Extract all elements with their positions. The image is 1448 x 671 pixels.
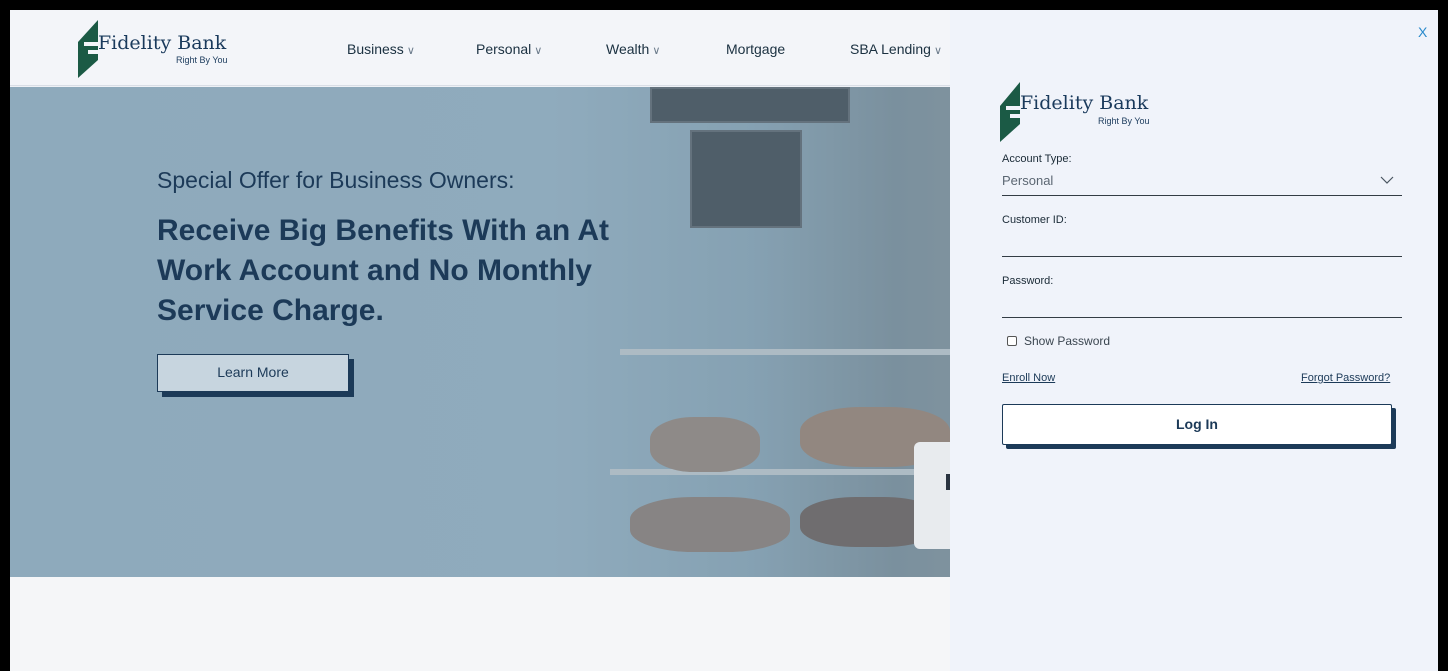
nav-wealth[interactable]: Wealth ∨ bbox=[606, 41, 660, 57]
fidelity-bank-logo-icon bbox=[78, 20, 98, 78]
password-underline bbox=[1002, 317, 1402, 318]
account-type-underline bbox=[1002, 195, 1402, 196]
learn-more-button[interactable]: Learn More bbox=[157, 354, 349, 392]
enroll-now-link[interactable]: Enroll Now bbox=[1002, 372, 1055, 384]
show-password-label: Show Password bbox=[1024, 334, 1111, 348]
show-password-toggle[interactable]: Show Password bbox=[1007, 334, 1110, 348]
hero-subtitle: Special Offer for Business Owners: bbox=[157, 167, 515, 193]
panel-logo: Fidelity Bank Right By You bbox=[998, 80, 1158, 142]
site-logo[interactable]: Fidelity Bank Right By You bbox=[76, 18, 236, 78]
nav-wealth-label: Wealth bbox=[606, 41, 650, 57]
customer-id-underline bbox=[1002, 256, 1402, 257]
chevron-down-icon: ∨ bbox=[534, 45, 543, 57]
customer-id-label: Customer ID: bbox=[1002, 214, 1067, 226]
chevron-down-icon: ∨ bbox=[933, 45, 943, 57]
login-panel: X Fidelity Bank Right By You Account Typ… bbox=[950, 10, 1438, 671]
section-heading-cutoff bbox=[610, 657, 940, 671]
logo-wordmark: Fidelity Bank bbox=[98, 32, 227, 54]
nav-sba-lending-label: SBA Lending bbox=[850, 41, 931, 57]
nav-mortgage[interactable]: Mortgage bbox=[726, 41, 785, 57]
account-type-label: Account Type: bbox=[1002, 153, 1072, 165]
forgot-password-link[interactable]: Forgot Password? bbox=[1301, 372, 1390, 384]
password-label: Password: bbox=[1002, 275, 1054, 287]
customer-id-input[interactable] bbox=[1002, 232, 1402, 254]
password-input[interactable] bbox=[1002, 293, 1402, 315]
chevron-down-icon: ∨ bbox=[652, 45, 661, 57]
nav-personal[interactable]: Personal ∨ bbox=[476, 41, 542, 57]
browser-viewport: Fidelity Bank Right By You Business ∨ Per… bbox=[10, 10, 1438, 671]
nav-business[interactable]: Business ∨ bbox=[347, 41, 415, 57]
chevron-down-icon: ∨ bbox=[406, 45, 415, 57]
nav-mortgage-label: Mortgage bbox=[726, 41, 786, 57]
account-type-value: Personal bbox=[1002, 173, 1054, 188]
logo-wordmark: Fidelity Bank bbox=[1020, 92, 1149, 114]
fidelity-bank-logo-icon bbox=[1000, 82, 1020, 142]
nav-sba-lending[interactable]: SBA Lending ∨ bbox=[850, 41, 942, 57]
nav-business-label: Business bbox=[347, 41, 404, 57]
chevron-down-icon bbox=[1380, 176, 1394, 184]
nav-personal-label: Personal bbox=[476, 41, 532, 57]
logo-tagline: Right By You bbox=[176, 55, 228, 65]
show-password-checkbox[interactable] bbox=[1007, 336, 1017, 346]
log-in-button[interactable]: Log In bbox=[1002, 404, 1392, 445]
hero-title: Receive Big Benefits With an At Work Acc… bbox=[157, 214, 610, 327]
close-icon[interactable]: X bbox=[1418, 24, 1427, 40]
logo-tagline: Right By You bbox=[1098, 116, 1150, 126]
